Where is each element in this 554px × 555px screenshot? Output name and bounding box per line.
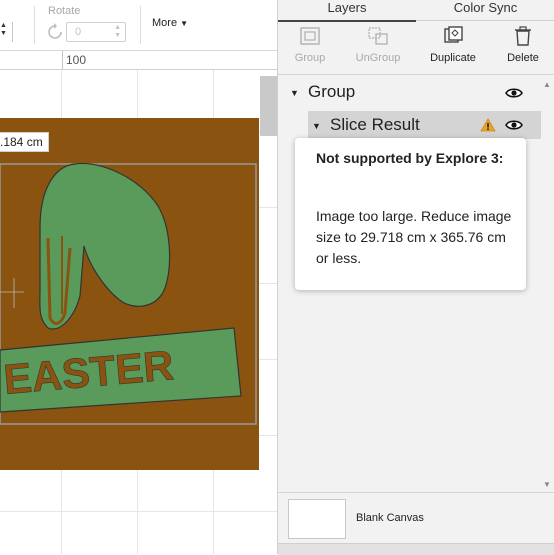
delete-button[interactable]: Delete (493, 26, 553, 64)
tab-color-sync[interactable]: Color Sync (416, 0, 554, 21)
rotate-icon[interactable] (46, 23, 64, 41)
rotate-stepper-icon[interactable]: ▲ ▼ (114, 24, 121, 40)
tab-layers[interactable]: Layers (278, 0, 416, 22)
duplicate-icon (444, 26, 463, 43)
ruler-tick (62, 51, 63, 69)
group-button[interactable]: Group (280, 26, 340, 64)
group-label: Group (294, 52, 326, 64)
rotate-value: 0 (75, 26, 82, 38)
trash-icon (515, 26, 531, 46)
caret-down-icon: ▼ (180, 19, 189, 28)
panel-scrollbar[interactable]: ▲ ▼ (541, 78, 553, 492)
canvas-scrollbar[interactable] (260, 76, 277, 136)
caret-down-icon[interactable]: ▼ (290, 88, 299, 98)
group-icon (300, 27, 320, 45)
blank-canvas-label: Blank Canvas (356, 512, 424, 524)
duplicate-button[interactable]: Duplicate (423, 26, 483, 64)
rotate-input[interactable]: 0 ▲ ▼ (66, 22, 126, 42)
more-label: More (152, 17, 178, 29)
scroll-up-icon[interactable]: ▲ (543, 80, 551, 89)
layers-panel: Layers Color Sync Group UnGroup Duplicat… (277, 0, 554, 555)
scroll-down-icon[interactable]: ▼ (543, 480, 551, 489)
layer-group-name: Group (308, 82, 356, 101)
more-menu-button[interactable]: More ▼ (152, 17, 188, 29)
tooltip-body: Image too large. Reduce image size to 29… (316, 208, 512, 266)
layer-group-row[interactable]: ▼ Group (278, 78, 554, 106)
design-canvas[interactable]: EASTER .184 cm (0, 70, 277, 554)
top-toolbar: ▲ ▼ Rotate 0 ▲ ▼ More ▼ (0, 0, 277, 51)
toolbar-divider (34, 6, 35, 44)
size-stepper[interactable]: ▲ ▼ (0, 22, 13, 42)
horizontal-ruler: 100 (0, 51, 277, 70)
slice-result-artwork[interactable]: EASTER (0, 118, 260, 540)
toolbar-divider (140, 6, 141, 44)
eye-icon[interactable] (505, 119, 523, 131)
rotate-label: Rotate (48, 5, 81, 17)
blank-canvas-swatch[interactable] (288, 499, 346, 539)
dimension-label: .184 cm (0, 132, 49, 152)
ruler-mark: 100 (66, 53, 87, 67)
delete-label: Delete (507, 52, 539, 64)
tooltip-title: Not supported by Explore 3: (316, 150, 504, 166)
duplicate-label: Duplicate (430, 52, 476, 64)
warning-icon[interactable] (480, 118, 496, 132)
eye-icon[interactable] (505, 87, 523, 99)
warning-tooltip: Not supported by Explore 3: Image too la… (295, 138, 526, 290)
panel-tabs: Layers Color Sync (278, 0, 554, 22)
layer-actions: Group UnGroup Duplicate Delete (278, 22, 554, 75)
layer-slice-result-name: Slice Result (330, 115, 420, 134)
caret-down-icon[interactable]: ▼ (312, 121, 321, 131)
layer-slice-result-row[interactable]: ▼ Slice Result (308, 111, 542, 139)
ungroup-button[interactable]: UnGroup (348, 26, 408, 64)
ungroup-label: UnGroup (355, 52, 401, 64)
ungroup-icon (368, 27, 388, 45)
panel-bottom-bar (278, 543, 554, 555)
